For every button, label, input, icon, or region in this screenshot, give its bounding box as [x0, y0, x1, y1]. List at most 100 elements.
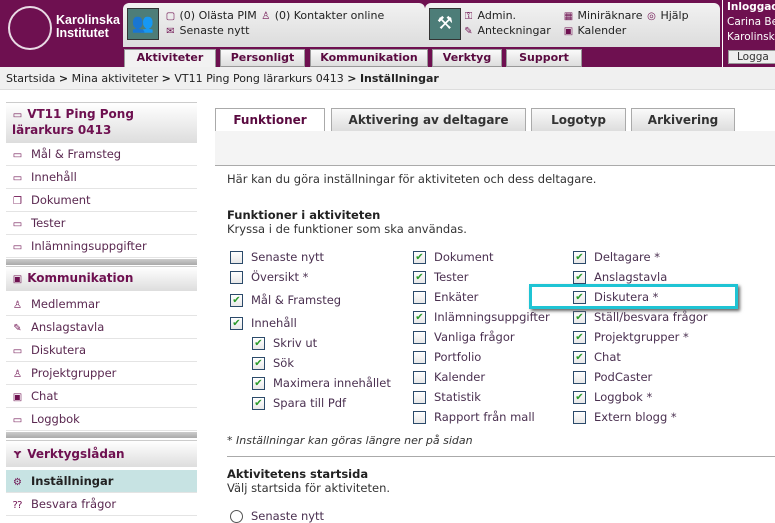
course-header[interactable]: ▭ VT11 Ping Pong lärarkurs 0413 — [6, 102, 197, 143]
nav-support[interactable]: Support — [506, 49, 582, 67]
item-icon: ▣ — [12, 392, 23, 403]
karolinska-logo[interactable]: Karolinska Institutet — [8, 6, 120, 52]
communication-header[interactable]: ▣ Kommunikation — [6, 266, 197, 291]
sidebar-item[interactable]: ♙ Medlemmar — [6, 293, 197, 316]
calculator-link[interactable]: Miniräknare — [578, 9, 643, 22]
checkbox[interactable]: ✔ — [413, 250, 426, 264]
logout-button[interactable]: Logga — [728, 50, 775, 64]
calendar-link[interactable]: Kalender — [578, 24, 627, 37]
checkbox[interactable]: ✔ — [413, 270, 426, 284]
checkbox[interactable]: ✔ — [252, 356, 265, 370]
admin-link[interactable]: Admin. — [478, 9, 517, 22]
checkbox-label: Portfolio — [434, 350, 482, 364]
function-checkbox[interactable]: ✔ Tester — [413, 270, 468, 284]
radio-button[interactable] — [230, 509, 243, 523]
sidebar-item[interactable]: ⁇ Besvara frågor — [6, 493, 197, 516]
sidebar-item-label: Innehåll — [31, 170, 77, 184]
sidebar-item[interactable]: ⚙ Inställningar — [6, 470, 197, 493]
checkbox[interactable]: ✔ — [573, 270, 586, 284]
divider — [227, 456, 775, 457]
sidebar-item[interactable]: ♙ Projektgrupper — [6, 362, 197, 385]
function-checkbox[interactable]: ✔ Sök — [252, 356, 294, 370]
function-checkbox[interactable]: ✔ Mål & Framsteg — [230, 293, 341, 307]
checkbox[interactable]: ✔ — [413, 310, 426, 324]
tab-arkivering[interactable]: Arkivering — [631, 108, 735, 132]
function-checkbox[interactable]: Statistik — [413, 390, 481, 404]
crumb-mina-aktiviteter[interactable]: Mina aktiviteter — [72, 72, 159, 85]
function-checkbox[interactable]: Enkäter — [413, 290, 478, 304]
function-checkbox[interactable]: ✔ Anslagstavla — [573, 270, 667, 284]
function-checkbox[interactable]: ✔ Ställ/besvara frågor — [573, 310, 708, 324]
function-checkbox[interactable]: Rapport från mall — [413, 410, 535, 424]
nav-verktyg[interactable]: Verktyg — [432, 49, 502, 67]
contacts-online-link[interactable]: (0) Kontakter online — [275, 9, 385, 22]
function-checkbox[interactable]: ✔ Skriv ut — [252, 336, 317, 350]
news-link[interactable]: Senaste nytt — [180, 24, 250, 37]
function-checkbox[interactable]: ✔ Loggbok * — [573, 390, 652, 404]
sidebar-item[interactable]: ▣ Chat — [6, 385, 197, 408]
nav-kommunikation[interactable]: Kommunikation — [310, 49, 428, 67]
crumb-startsida[interactable]: Startsida — [6, 72, 55, 85]
sidebar-item[interactable]: ✎ Anslagstavla — [6, 316, 197, 339]
function-checkbox[interactable]: ✔ Chat — [573, 350, 621, 364]
checkbox[interactable]: ✔ — [252, 376, 265, 390]
help-link[interactable]: Hjälp — [660, 9, 688, 22]
sidebar-item[interactable]: ▭ Innehåll — [6, 166, 197, 189]
checkbox-label: Projektgrupper * — [594, 330, 689, 344]
nav-aktiviteter[interactable]: Aktiviteter — [124, 49, 216, 68]
tools-panel: ⚒ ⚿ Admin. ✎ Anteckningar ▦ Miniräknare … — [425, 3, 720, 47]
tab-funktioner[interactable]: Funktioner — [215, 108, 325, 133]
intro-text: Här kan du göra inställningar för aktivi… — [227, 172, 597, 186]
checkbox[interactable] — [573, 370, 586, 384]
nav-personligt[interactable]: Personligt — [220, 49, 305, 67]
checkbox[interactable] — [413, 350, 426, 364]
sidebar-item[interactable]: ▭ Inlämningsuppgifter — [6, 235, 197, 258]
checkbox[interactable]: ✔ — [252, 396, 265, 410]
checkbox-label: Enkäter — [434, 290, 479, 304]
checkbox[interactable] — [230, 270, 243, 284]
radio-senaste-nytt[interactable]: Senaste nytt — [230, 509, 324, 523]
checkbox[interactable]: ✔ — [573, 330, 586, 344]
checkbox[interactable] — [413, 410, 426, 424]
checkbox[interactable] — [230, 250, 243, 264]
function-checkbox[interactable]: Vanliga frågor — [413, 330, 515, 344]
function-checkbox[interactable]: Extern blogg * — [573, 410, 677, 424]
function-checkbox[interactable]: ✔ Deltagare * — [573, 250, 660, 264]
checkbox[interactable]: ✔ — [230, 293, 243, 307]
sidebar-item[interactable]: ▭ Mål & Framsteg — [6, 143, 197, 166]
sidebar-item[interactable]: ▭ Tester — [6, 212, 197, 235]
function-checkbox[interactable]: Översikt * — [230, 270, 308, 284]
unread-pim-link[interactable]: (0) Olästa PIM — [180, 9, 257, 22]
checkbox[interactable]: ✔ — [252, 336, 265, 350]
checkbox[interactable] — [413, 390, 426, 404]
function-checkbox[interactable]: ✔ Maximera innehållet — [252, 376, 391, 390]
checkbox[interactable]: ✔ — [573, 250, 586, 264]
checkbox[interactable]: ✔ — [573, 350, 586, 364]
function-checkbox[interactable]: ✔ Projektgrupper * — [573, 330, 689, 344]
function-checkbox[interactable]: PodCaster — [573, 370, 652, 384]
checkbox[interactable] — [413, 330, 426, 344]
function-checkbox[interactable]: Senaste nytt — [230, 250, 324, 264]
checkbox[interactable]: ✔ — [573, 390, 586, 404]
checkbox[interactable] — [413, 370, 426, 384]
function-checkbox[interactable]: ✔ Spara till Pdf — [252, 396, 346, 410]
toolbox-header[interactable]: Ɏ Verktygslådan — [6, 440, 197, 467]
speech-icon: ▣ — [12, 274, 23, 285]
checkbox[interactable] — [413, 290, 426, 304]
sidebar-item[interactable]: ❐ Dokument — [6, 189, 197, 212]
checkbox[interactable]: ✔ — [573, 310, 586, 324]
checkbox[interactable]: ✔ — [230, 316, 243, 330]
function-checkbox[interactable]: ✔ Innehåll — [230, 316, 297, 330]
crumb-course[interactable]: VT11 Ping Pong lärarkurs 0413 — [174, 72, 343, 85]
function-checkbox[interactable]: Portfolio — [413, 350, 481, 364]
sidebar-item[interactable]: ▭ Loggbok — [6, 408, 197, 431]
tab-aktivering[interactable]: Aktivering av deltagare — [331, 108, 526, 132]
tab-logotyp[interactable]: Logotyp — [531, 108, 626, 132]
notes-link[interactable]: Anteckningar — [478, 24, 551, 37]
sidebar-item[interactable]: ▭ Diskutera — [6, 339, 197, 362]
sidebar-item-label: Mål & Framsteg — [31, 147, 122, 161]
function-checkbox[interactable]: ✔ Dokument — [413, 250, 494, 264]
function-checkbox[interactable]: ✔ Inlämningsuppgifter — [413, 310, 550, 324]
checkbox[interactable] — [573, 410, 586, 424]
function-checkbox[interactable]: Kalender — [413, 370, 485, 384]
